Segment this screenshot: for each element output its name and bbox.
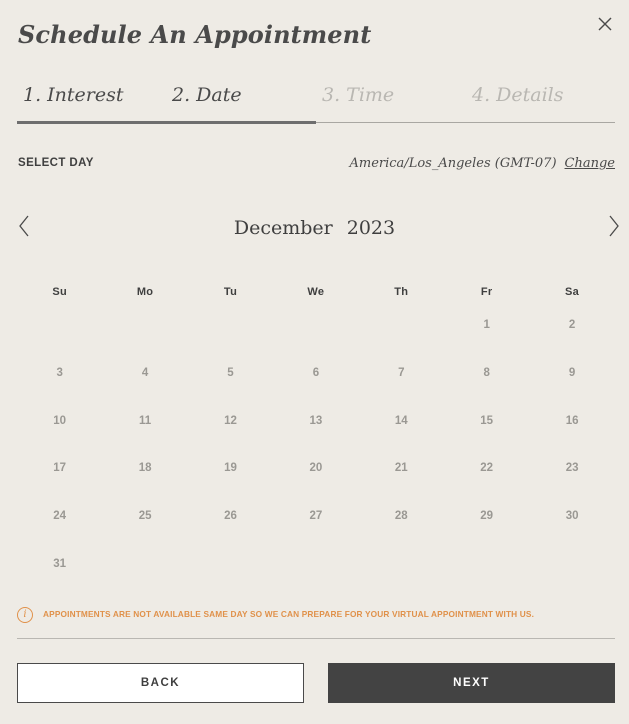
info-icon: i bbox=[17, 607, 33, 623]
weekday-we: We bbox=[307, 286, 325, 298]
select-day-label: SELECT DAY bbox=[18, 157, 94, 169]
close-icon bbox=[598, 17, 612, 31]
calendar-day-20[interactable]: 20 bbox=[296, 456, 336, 480]
calendar-day-17[interactable]: 17 bbox=[40, 456, 80, 480]
calendar-day-16[interactable]: 16 bbox=[552, 409, 592, 433]
availability-notice: i APPOINTMENTS ARE NOT AVAILABLE SAME DA… bbox=[17, 606, 615, 626]
next-month-button[interactable] bbox=[607, 214, 621, 238]
calendar-day-25[interactable]: 25 bbox=[125, 504, 165, 528]
calendar-day-21[interactable]: 21 bbox=[381, 456, 421, 480]
calendar-day-28[interactable]: 28 bbox=[381, 504, 421, 528]
calendar-day-2[interactable]: 2 bbox=[552, 313, 592, 337]
close-button[interactable] bbox=[596, 15, 614, 33]
timezone-row: America/Los_Angeles (GMT-07) Change bbox=[350, 155, 616, 171]
year-label: 2023 bbox=[346, 217, 396, 239]
calendar-day-12[interactable]: 12 bbox=[211, 409, 251, 433]
month-year-heading: December 2023 bbox=[0, 217, 629, 239]
step-details: 4. Details bbox=[472, 84, 564, 106]
calendar-day-6[interactable]: 6 bbox=[296, 361, 336, 385]
calendar-day-19[interactable]: 19 bbox=[211, 456, 251, 480]
calendar-day-22[interactable]: 22 bbox=[467, 456, 507, 480]
calendar-day-13[interactable]: 13 bbox=[296, 409, 336, 433]
calendar-day-7[interactable]: 7 bbox=[381, 361, 421, 385]
calendar-day-10[interactable]: 10 bbox=[40, 409, 80, 433]
calendar-day-18[interactable]: 18 bbox=[125, 456, 165, 480]
weekday-sa: Sa bbox=[565, 286, 580, 298]
calendar-day-5[interactable]: 5 bbox=[211, 361, 251, 385]
next-button[interactable]: NEXT bbox=[328, 663, 615, 703]
step-indicator: 1. Interest 2. Date 3. Time 4. Details bbox=[17, 84, 615, 124]
calendar-day-3[interactable]: 3 bbox=[40, 361, 80, 385]
calendar-day-30[interactable]: 30 bbox=[552, 504, 592, 528]
back-button[interactable]: BACK bbox=[17, 663, 304, 703]
modal-title: Schedule An Appointment bbox=[18, 20, 372, 49]
calendar-day-31[interactable]: 31 bbox=[40, 552, 80, 576]
calendar-day-26[interactable]: 26 bbox=[211, 504, 251, 528]
weekday-fr: Fr bbox=[480, 286, 493, 298]
calendar-day-9[interactable]: 9 bbox=[552, 361, 592, 385]
steps-progress-bar bbox=[17, 121, 316, 124]
calendar-day-11[interactable]: 11 bbox=[125, 409, 165, 433]
step-date[interactable]: 2. Date bbox=[172, 84, 242, 106]
calendar-day-1[interactable]: 1 bbox=[467, 313, 507, 337]
weekday-th: Th bbox=[394, 286, 409, 298]
change-timezone-link[interactable]: Change bbox=[565, 156, 615, 171]
calendar-day-15[interactable]: 15 bbox=[467, 409, 507, 433]
calendar-day-24[interactable]: 24 bbox=[40, 504, 80, 528]
calendar-day-8[interactable]: 8 bbox=[467, 361, 507, 385]
calendar-day-29[interactable]: 29 bbox=[467, 504, 507, 528]
chevron-right-icon bbox=[609, 215, 619, 237]
calendar-day-27[interactable]: 27 bbox=[296, 504, 336, 528]
weekday-mo: Mo bbox=[136, 286, 154, 298]
calendar-day-14[interactable]: 14 bbox=[381, 409, 421, 433]
step-interest[interactable]: 1. Interest bbox=[23, 84, 124, 106]
timezone-label: America/Los_Angeles (GMT-07) bbox=[349, 156, 557, 171]
step-time: 3. Time bbox=[322, 84, 395, 106]
weekday-su: Su bbox=[52, 286, 68, 298]
weekday-tu: Tu bbox=[223, 286, 238, 298]
footer-divider bbox=[17, 638, 615, 639]
month-label: December bbox=[233, 217, 333, 239]
calendar-day-23[interactable]: 23 bbox=[552, 456, 592, 480]
calendar-day-4[interactable]: 4 bbox=[125, 361, 165, 385]
appointment-modal: Schedule An Appointment 1. Interest 2. D… bbox=[0, 0, 629, 724]
notice-text: APPOINTMENTS ARE NOT AVAILABLE SAME DAY … bbox=[43, 609, 535, 619]
weekday-header: Su Mo Tu We Th Fr Sa bbox=[17, 286, 615, 300]
